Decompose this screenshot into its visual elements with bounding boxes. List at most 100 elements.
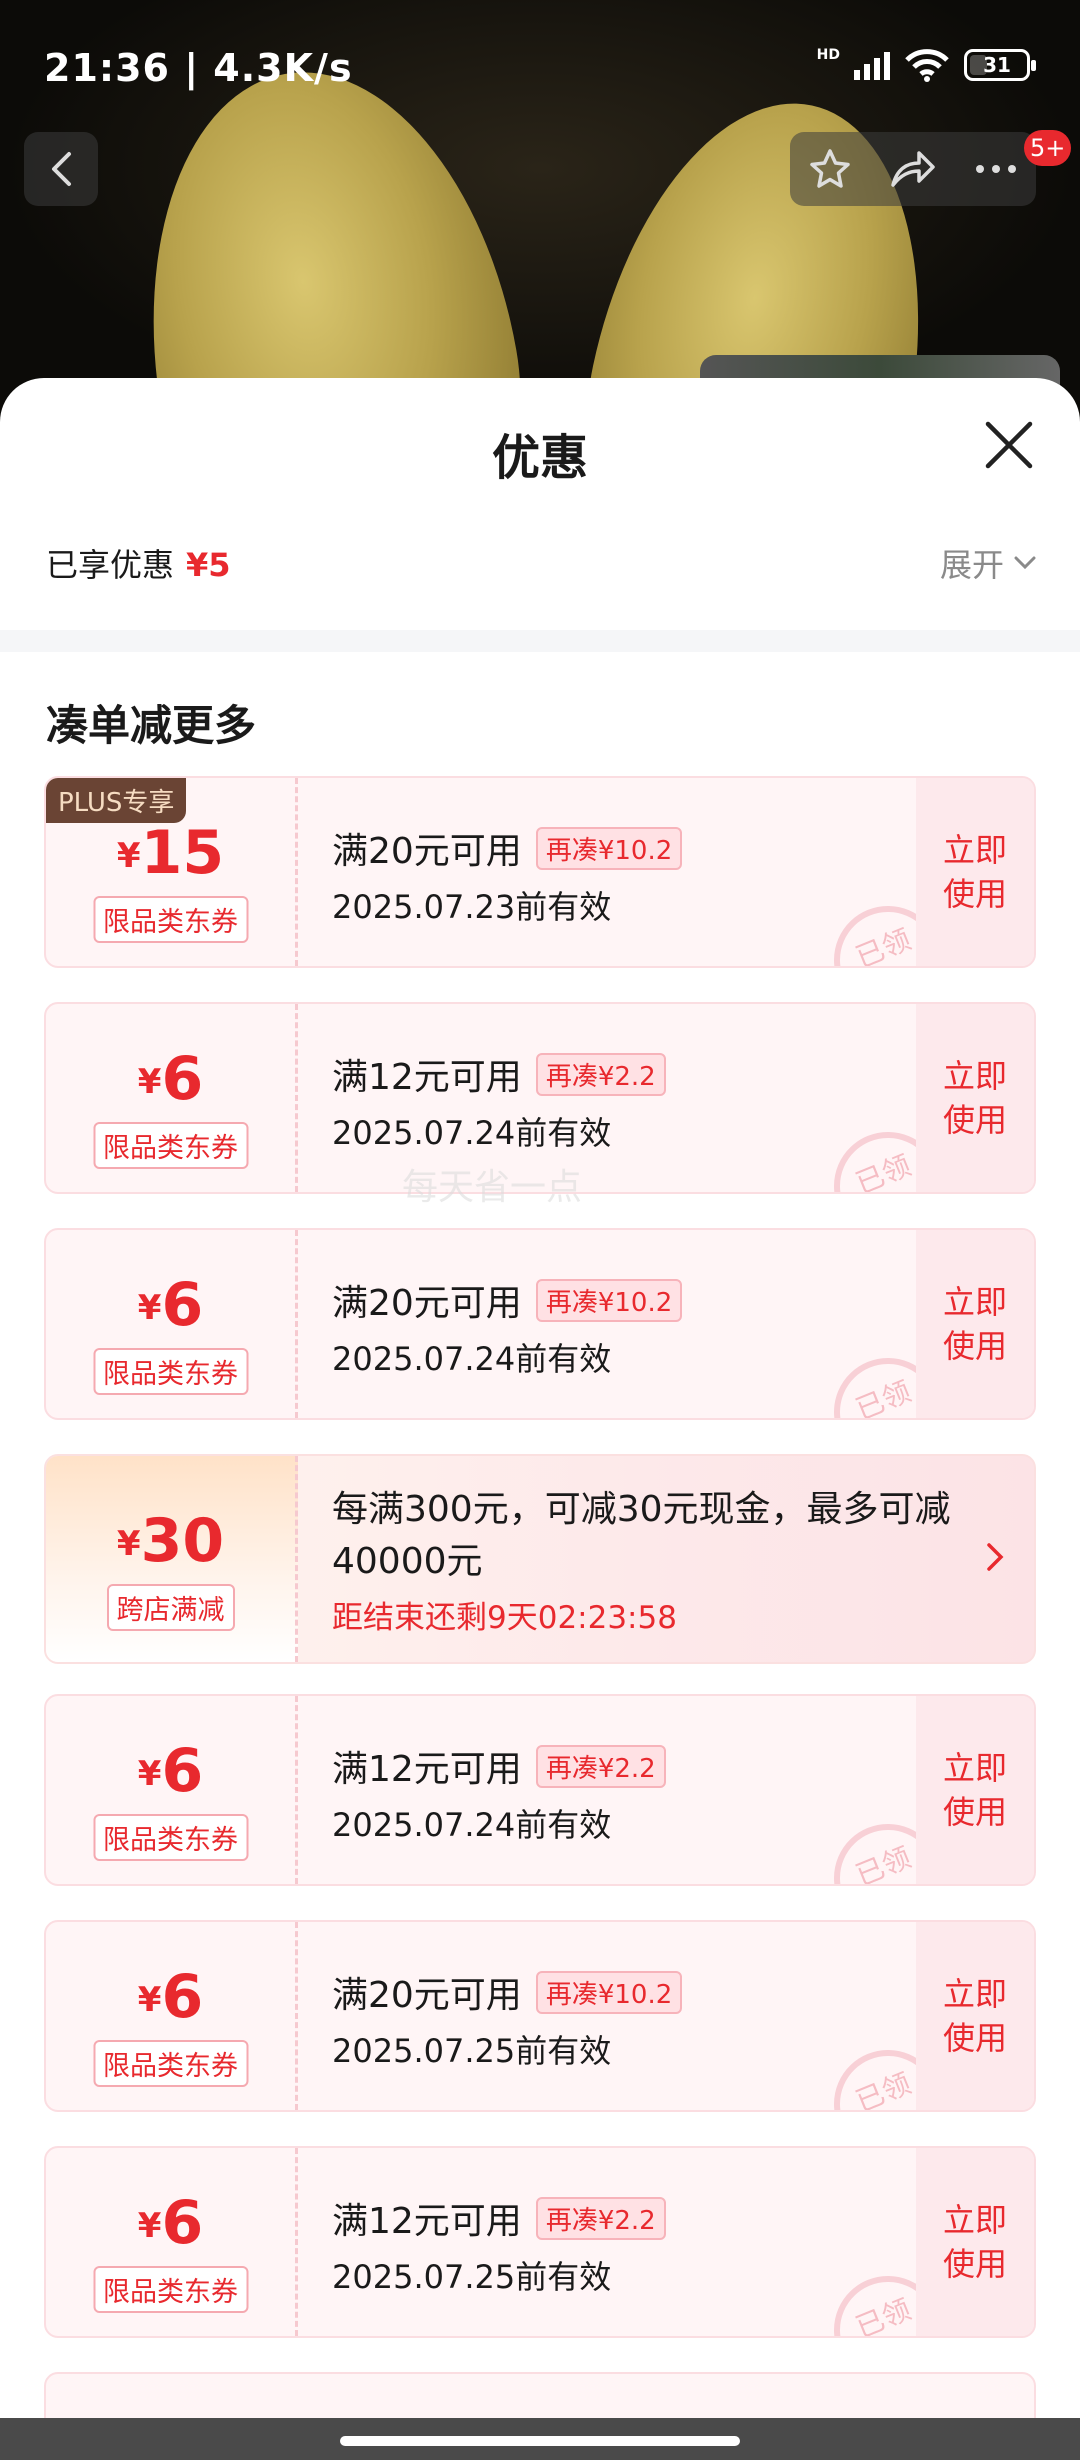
use-now-button[interactable]: 立即 使用 bbox=[916, 778, 1034, 966]
coupon-value-area: ¥6 限品类东券 bbox=[46, 1230, 298, 1418]
coupon-condition: 满20元可用 再凑¥10.2 bbox=[332, 1966, 683, 2018]
coupon-amount: 6 bbox=[161, 1044, 204, 1114]
back-button[interactable] bbox=[24, 132, 98, 206]
coupon-condition: 满20元可用 再凑¥10.2 bbox=[332, 822, 683, 874]
coupon-amount: 6 bbox=[161, 1736, 204, 1806]
top-action-group bbox=[790, 132, 1036, 206]
coupon-amount: 6 bbox=[161, 1270, 204, 1340]
status-time: 21:36 | 4.3K/s bbox=[44, 46, 353, 90]
coupon-card[interactable]: ¥6 限品类东券 满20元可用 再凑¥10.2 2025.07.25前有效 已领… bbox=[44, 1920, 1036, 2112]
battery-level: 31 bbox=[983, 53, 1011, 77]
message-badge: 5+ bbox=[1024, 130, 1072, 166]
enjoyed-discount: 已享优惠 ¥5 bbox=[46, 540, 231, 586]
chevron-right-icon[interactable] bbox=[986, 1542, 1004, 1572]
currency-symbol: ¥ bbox=[137, 1288, 162, 1328]
add-more-tag: 再凑¥10.2 bbox=[535, 1970, 683, 2014]
coupon-expiry: 2025.07.25前有效 bbox=[332, 2258, 612, 2296]
coupon-condition: 满12元可用 再凑¥2.2 bbox=[332, 2192, 666, 2244]
coupon-threshold: 满12元可用 bbox=[332, 1749, 522, 1790]
cross-store-promo-card[interactable]: ¥30 跨店满减 每满300元，可减30元现金，最多可减40000元 距结束还剩… bbox=[44, 1454, 1036, 1664]
add-more-tag: 再凑¥10.2 bbox=[535, 1278, 683, 1322]
coupon-expiry: 2025.07.24前有效 bbox=[332, 1114, 612, 1152]
coupon-condition: 满12元可用 再凑¥2.2 bbox=[332, 1048, 666, 1100]
status-icons: HD 31 bbox=[816, 47, 1036, 82]
use-now-button[interactable]: 立即 使用 bbox=[916, 2148, 1034, 2336]
coupon-price: ¥6 bbox=[46, 2188, 295, 2258]
use-now-button[interactable]: 立即 使用 bbox=[916, 1922, 1034, 2110]
promo-price: ¥30 bbox=[46, 1506, 295, 1576]
home-indicator[interactable] bbox=[340, 2436, 740, 2446]
network-type-label: HD bbox=[816, 47, 840, 63]
star-icon[interactable] bbox=[808, 147, 852, 191]
coupon-card[interactable]: ¥15 限品类东券 PLUS专享 满20元可用 再凑¥10.2 2025.07.… bbox=[44, 776, 1036, 968]
enjoyed-label: 已享优惠 bbox=[46, 546, 175, 584]
status-bar: 21:36 | 4.3K/s HD 31 bbox=[0, 0, 1080, 130]
promo-description: 每满300元，可减30元现金，最多可减40000元 bbox=[332, 1489, 951, 1582]
use-now-button[interactable]: 立即 使用 bbox=[916, 1230, 1034, 1418]
promo-amount: 30 bbox=[140, 1506, 225, 1576]
coupon-threshold: 满20元可用 bbox=[332, 831, 522, 872]
coupon-type-tag: 限品类东券 bbox=[93, 1348, 248, 1395]
sheet-title: 优惠 bbox=[491, 430, 588, 486]
use-now-button[interactable]: 立即 使用 bbox=[916, 1004, 1034, 1192]
chevron-left-icon bbox=[52, 152, 71, 186]
coupon-value-area: ¥6 限品类东券 bbox=[46, 2148, 298, 2336]
coupon-expiry: 2025.07.24前有效 bbox=[332, 1340, 612, 1378]
coupon-value-area: ¥6 限品类东券 bbox=[46, 1922, 298, 2110]
expand-label: 展开 bbox=[939, 546, 1004, 584]
add-more-tag: 再凑¥10.2 bbox=[535, 826, 683, 870]
enjoyed-amount: ¥5 bbox=[186, 546, 231, 584]
coupon-price: ¥6 bbox=[46, 1270, 295, 1340]
section-divider bbox=[0, 630, 1080, 652]
discount-sheet: 优惠 已享优惠 ¥5 展开 凑单减更多 ¥15 限品类东券 PLUS专享 满20元… bbox=[0, 378, 1080, 2460]
promo-type-tag: 跨店满减 bbox=[106, 1584, 235, 1631]
battery-icon: 31 bbox=[964, 49, 1036, 81]
coupon-expiry: 2025.07.24前有效 bbox=[332, 1806, 612, 1844]
coupon-expiry: 2025.07.25前有效 bbox=[332, 2032, 612, 2070]
coupon-condition: 满20元可用 再凑¥10.2 bbox=[332, 1274, 683, 1326]
expand-button[interactable]: 展开 bbox=[940, 540, 1036, 586]
coupon-type-tag: 限品类东券 bbox=[93, 2040, 248, 2087]
coupon-threshold: 满20元可用 bbox=[332, 1975, 522, 2016]
coupon-amount: 15 bbox=[140, 818, 225, 888]
coupon-condition: 满12元可用 再凑¥2.2 bbox=[332, 1740, 666, 1792]
close-icon[interactable] bbox=[980, 416, 1038, 474]
coupon-price: ¥15 bbox=[46, 818, 295, 888]
coupon-card[interactable]: ¥6 限品类东券 满12元可用 再凑¥2.2 2025.07.25前有效 已领 … bbox=[44, 2146, 1036, 2338]
coupon-type-tag: 限品类东券 bbox=[93, 1122, 248, 1169]
add-more-tag: 再凑¥2.2 bbox=[535, 1744, 666, 1788]
coupon-card[interactable]: ¥6 限品类东券 满12元可用 再凑¥2.2 2025.07.24前有效 已领 … bbox=[44, 1694, 1036, 1886]
add-more-tag: 再凑¥2.2 bbox=[535, 2196, 666, 2240]
add-more-tag: 再凑¥2.2 bbox=[535, 1052, 666, 1096]
currency-symbol: ¥ bbox=[137, 1062, 162, 1102]
currency-symbol: ¥ bbox=[116, 1524, 141, 1564]
promo-countdown: 距结束还剩9天02:23:58 bbox=[332, 1600, 677, 1636]
coupon-threshold: 满12元可用 bbox=[332, 2201, 522, 2242]
use-now-button[interactable]: 立即 使用 bbox=[916, 1696, 1034, 1884]
coupon-type-tag: 限品类东券 bbox=[93, 2266, 248, 2313]
coupon-type-tag: 限品类东券 bbox=[93, 896, 248, 943]
coupon-card[interactable]: ¥6 限品类东券 满20元可用 再凑¥10.2 2025.07.24前有效 已领… bbox=[44, 1228, 1036, 1420]
coupon-threshold: 满12元可用 bbox=[332, 1057, 522, 1098]
currency-symbol: ¥ bbox=[116, 836, 141, 876]
currency-symbol: ¥ bbox=[137, 2206, 162, 2246]
wifi-icon bbox=[905, 49, 949, 82]
watermark: 每天省一点 bbox=[402, 1167, 583, 1208]
plus-badge: PLUS专享 bbox=[46, 778, 187, 823]
coupon-amount: 6 bbox=[161, 2188, 204, 2258]
chevron-down-icon bbox=[1014, 556, 1036, 570]
signal-icon bbox=[854, 50, 890, 80]
more-icon[interactable] bbox=[974, 163, 1018, 175]
coupon-threshold: 满20元可用 bbox=[332, 1283, 522, 1324]
section-title: 凑单减更多 bbox=[46, 701, 257, 750]
currency-symbol: ¥ bbox=[137, 1980, 162, 2020]
coupon-price: ¥6 bbox=[46, 1044, 295, 1114]
coupon-price: ¥6 bbox=[46, 1962, 295, 2032]
promo-value-area: ¥30 跨店满减 bbox=[46, 1456, 298, 1662]
coupon-value-area: ¥6 限品类东券 bbox=[46, 1004, 298, 1192]
coupon-expiry: 2025.07.23前有效 bbox=[332, 888, 612, 926]
coupon-price: ¥6 bbox=[46, 1736, 295, 1806]
share-icon[interactable] bbox=[889, 147, 937, 191]
coupon-value-area: ¥6 限品类东券 bbox=[46, 1696, 298, 1884]
coupon-type-tag: 限品类东券 bbox=[93, 1814, 248, 1861]
